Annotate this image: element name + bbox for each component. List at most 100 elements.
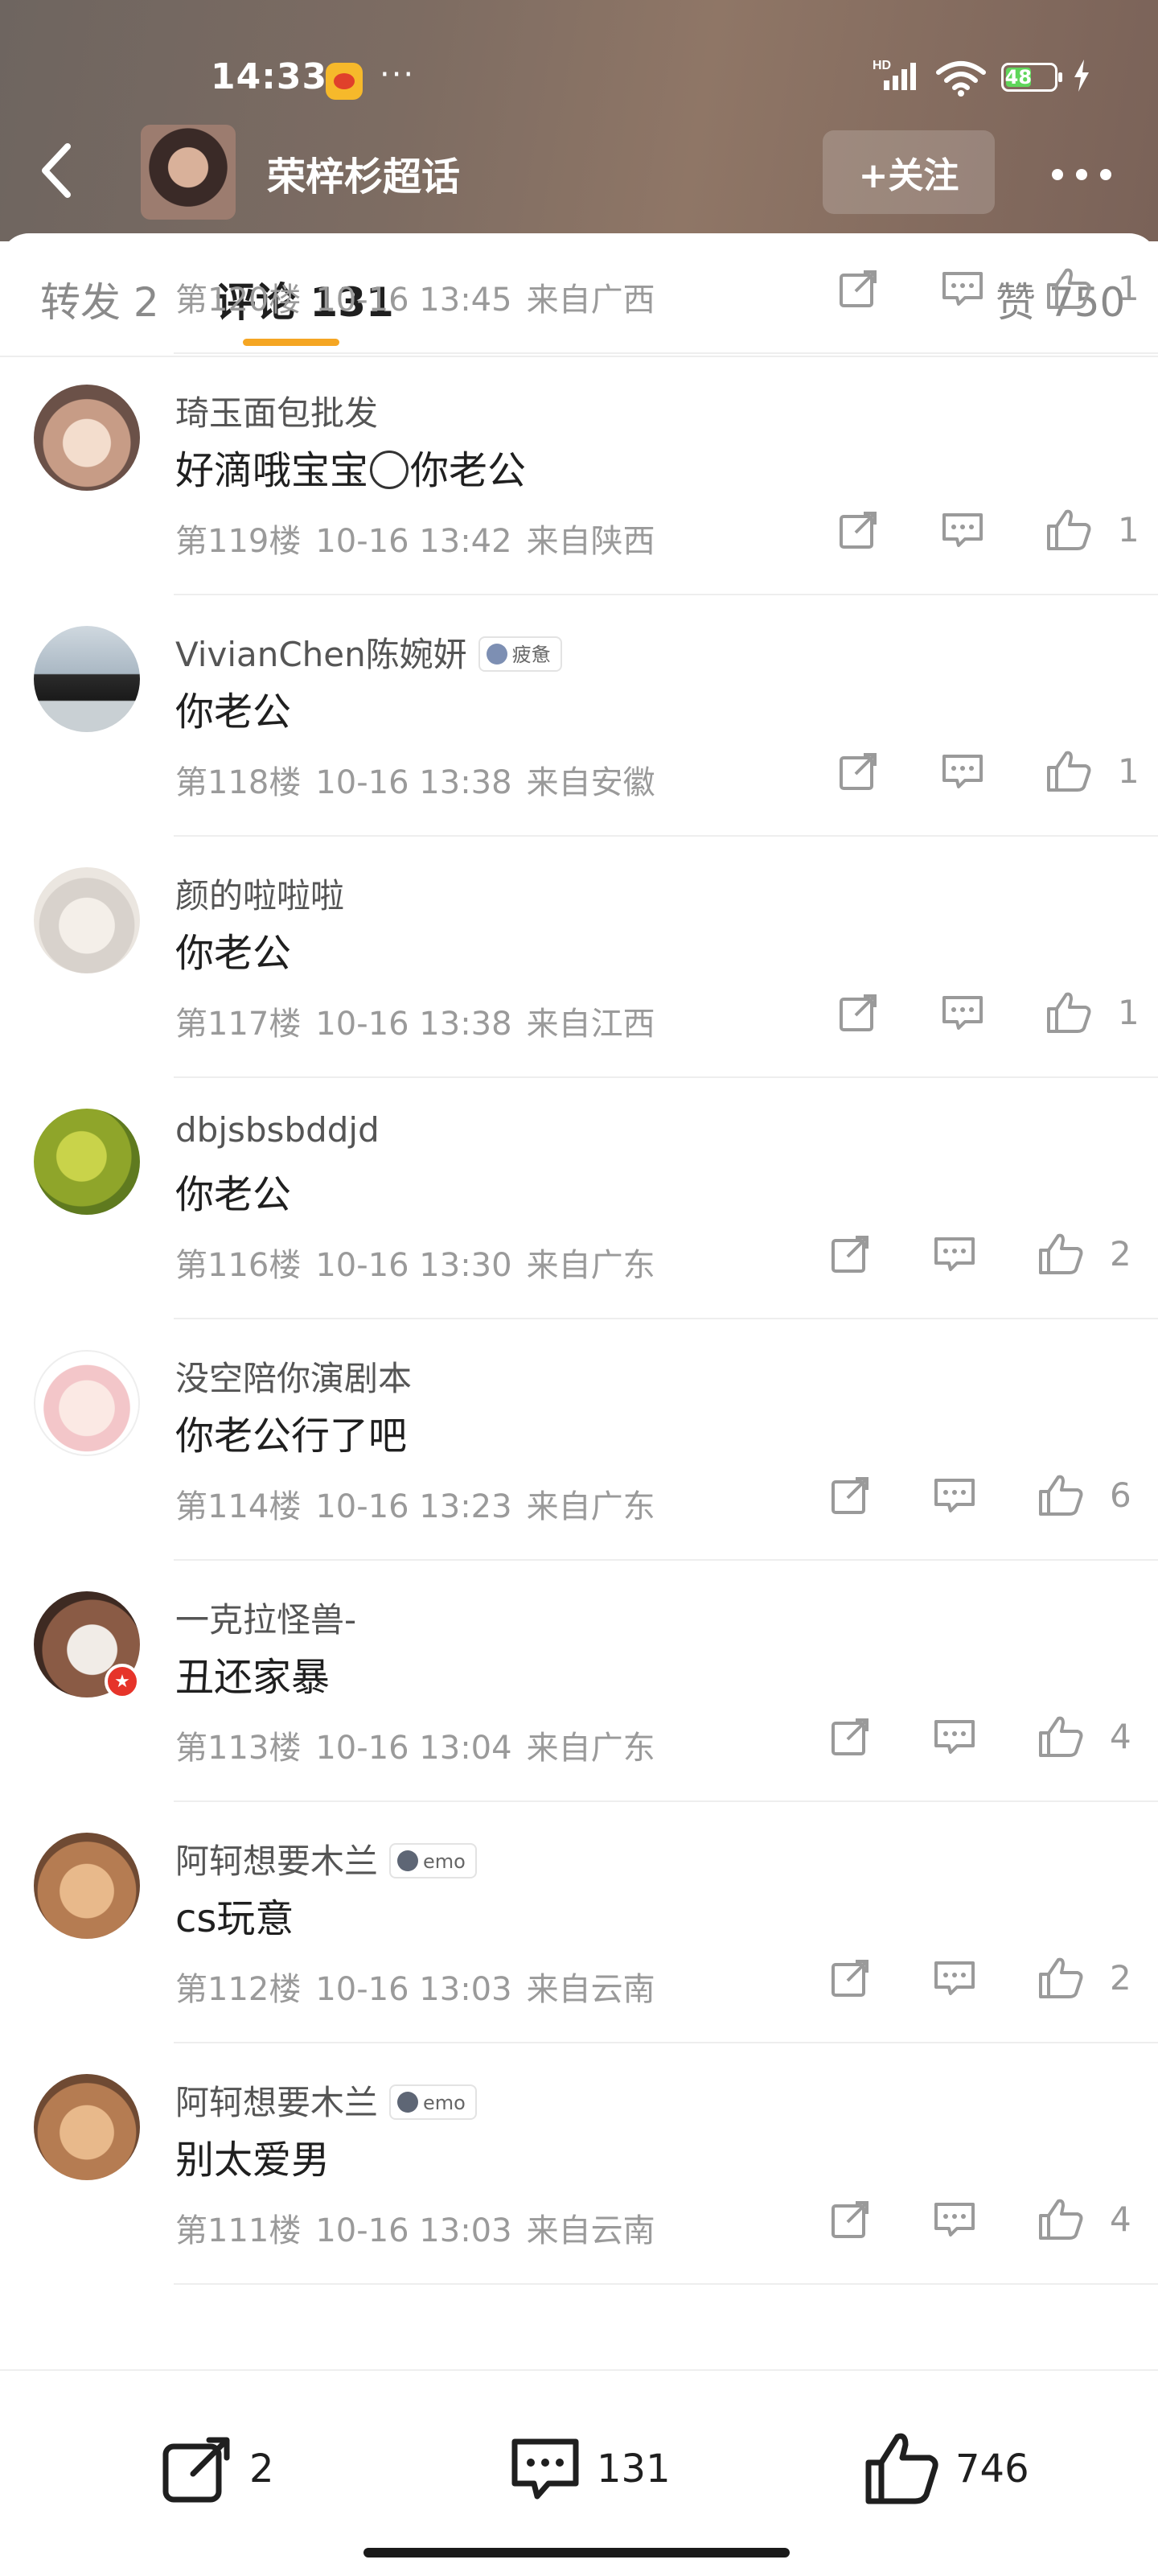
avatar[interactable] xyxy=(34,1350,140,1456)
comment-date: 10-16 13:38 xyxy=(315,1006,512,1043)
like-icon[interactable] xyxy=(1037,1715,1086,1759)
comment-username[interactable]: 琦玉面包批发 xyxy=(175,386,378,435)
comment-text: 你老公 xyxy=(175,689,292,735)
comment-like-count: 4 xyxy=(1110,2199,1131,2239)
comment-date: 10-16 13:03 xyxy=(315,1971,512,2008)
comment-username[interactable]: 颜的啦啦啦 xyxy=(175,869,344,918)
like-icon[interactable] xyxy=(1045,508,1094,552)
comment-floor: 第120楼 xyxy=(175,282,302,319)
comment-like-count: 2 xyxy=(1110,1958,1131,1998)
comment-text: 你老公行了吧 xyxy=(175,1414,408,1459)
like-icon[interactable] xyxy=(1045,750,1094,793)
comment-meta: 第112楼 10-16 13:03 来自云南 xyxy=(175,1963,670,2010)
comment-username[interactable]: 一克拉怪兽- xyxy=(175,1593,356,1642)
comment-like-count: 1 xyxy=(1118,269,1140,308)
comment-actions: 1 xyxy=(820,745,1158,801)
comment-item: 没空陪你演剧本 你老公行了吧 第114楼 10-16 13:23 来自广东 6 xyxy=(0,1319,1158,1561)
comment-floor: 第114楼 xyxy=(175,1488,302,1525)
comment-item: 阿轲想要木兰 emo 别太爱男 第111楼 10-16 13:03 来自云南 4 xyxy=(0,2043,1158,2285)
comment-actions: 1 xyxy=(820,986,1158,1043)
reply-icon[interactable] xyxy=(933,1474,976,1517)
comment-item: VivianChen陈婉妍 疲惫 你老公 第118楼 10-16 13:38 来自安徽… xyxy=(0,595,1158,837)
comment-username-text[interactable]: 阿轲想要木兰 xyxy=(175,2083,378,2122)
reply-icon[interactable] xyxy=(941,991,984,1035)
reply-icon[interactable] xyxy=(941,750,984,793)
comment-username[interactable]: 没空陪你演剧本 xyxy=(175,1352,412,1401)
comment-actions: 2 xyxy=(812,1228,1150,1284)
comment-username: 阿轲想要木兰 emo xyxy=(175,1834,477,1883)
like-icon[interactable] xyxy=(1037,1232,1086,1276)
comment-actions: 2 xyxy=(812,1952,1150,2008)
like-icon[interactable] xyxy=(1037,1474,1086,1517)
comment-text: 你老公 xyxy=(175,931,292,976)
mood-tag: emo xyxy=(389,2084,477,2120)
comment-actions: 1 xyxy=(820,262,1158,319)
comment-item: 琦玉面包批发 好滴哦宝宝 你老公 第119楼 10-16 13:42 来自陕西 1 xyxy=(0,354,1158,595)
reply-icon[interactable] xyxy=(941,508,984,552)
share-icon[interactable] xyxy=(836,991,880,1035)
comment-text: 好滴哦宝宝 你老公 xyxy=(175,438,526,495)
share-icon[interactable] xyxy=(836,508,880,552)
divider xyxy=(174,2283,1158,2285)
hd-label: HD xyxy=(873,59,891,72)
share-icon[interactable] xyxy=(836,750,880,793)
comment-text-part: 好滴哦宝宝 xyxy=(175,448,369,493)
comment-date: 10-16 13:38 xyxy=(315,764,512,801)
mood-tag: 疲惫 xyxy=(478,636,562,672)
comment-floor: 第117楼 xyxy=(175,1006,302,1043)
comment-floor: 第113楼 xyxy=(175,1730,302,1767)
comment-meta: 第118楼 10-16 13:38 来自安徽 xyxy=(175,756,670,803)
comment-button[interactable]: 131 xyxy=(508,2429,671,2509)
like-icon[interactable] xyxy=(1045,267,1094,311)
comment-text: 你老公 xyxy=(175,1172,292,1217)
like-icon[interactable] xyxy=(1045,991,1094,1035)
reply-icon[interactable] xyxy=(933,1715,976,1759)
more-notifications-icon: ··· xyxy=(380,56,416,93)
avatar[interactable] xyxy=(34,2074,140,2180)
battery-icon: 48 xyxy=(1001,63,1062,92)
comment-date: 10-16 13:04 xyxy=(315,1730,512,1767)
share-icon[interactable] xyxy=(828,1474,872,1517)
comment-username[interactable]: dbjsbsbddjd xyxy=(175,1110,380,1150)
share-icon[interactable] xyxy=(828,1715,872,1759)
reply-icon[interactable] xyxy=(941,267,984,311)
share-icon[interactable] xyxy=(828,2198,872,2241)
reply-icon[interactable] xyxy=(933,1232,976,1276)
comment-item: ★ 一克拉怪兽- 丑还家暴 第113楼 10-16 13:04 来自广东 4 xyxy=(0,1561,1158,1802)
comment-meta: 第116楼 10-16 13:30 来自广东 xyxy=(175,1239,670,1286)
bottom-action-bar: 2 131 746 xyxy=(0,2369,1158,2576)
avatar[interactable] xyxy=(34,626,140,732)
like-count: 746 xyxy=(955,2446,1029,2492)
share-icon[interactable] xyxy=(828,1232,872,1276)
avatar[interactable] xyxy=(34,385,140,491)
status-time: 14:33 xyxy=(211,56,328,97)
mood-tag-label: emo xyxy=(423,2091,466,2114)
comment-username: VivianChen陈婉妍 疲惫 xyxy=(175,628,562,677)
comment-actions: 4 xyxy=(812,2193,1150,2249)
comment-region: 来自广东 xyxy=(526,1488,655,1525)
reply-icon[interactable] xyxy=(933,2198,976,2241)
mood-tag-label: 疲惫 xyxy=(511,643,551,666)
like-button[interactable]: 746 xyxy=(864,2429,1029,2509)
comment-date: 10-16 13:42 xyxy=(315,523,512,560)
repost-button[interactable]: 2 xyxy=(161,2429,274,2509)
battery-level: 48 xyxy=(1004,66,1033,88)
share-icon[interactable] xyxy=(836,267,880,311)
avatar[interactable] xyxy=(34,867,140,973)
home-indicator[interactable] xyxy=(363,2548,790,2557)
comment-username-text[interactable]: VivianChen陈婉妍 xyxy=(175,635,467,674)
comment-date: 10-16 13:23 xyxy=(315,1488,512,1525)
like-icon[interactable] xyxy=(1037,2198,1086,2241)
comment-region: 来自陕西 xyxy=(526,523,655,560)
mood-tag: emo xyxy=(389,1842,477,1879)
comment-meta: 第113楼 10-16 13:04 来自广东 xyxy=(175,1722,670,1768)
avatar[interactable] xyxy=(34,1833,140,1939)
reply-icon[interactable] xyxy=(933,1957,976,2000)
like-icon[interactable] xyxy=(1037,1957,1086,2000)
comment-username-text[interactable]: 阿轲想要木兰 xyxy=(175,1841,378,1881)
avatar[interactable] xyxy=(34,1109,140,1215)
comment-actions: 1 xyxy=(820,504,1158,560)
share-icon[interactable] xyxy=(828,1957,872,2000)
comment-date: 10-16 13:03 xyxy=(315,2212,512,2249)
comment-like-count: 2 xyxy=(1110,1234,1131,1274)
